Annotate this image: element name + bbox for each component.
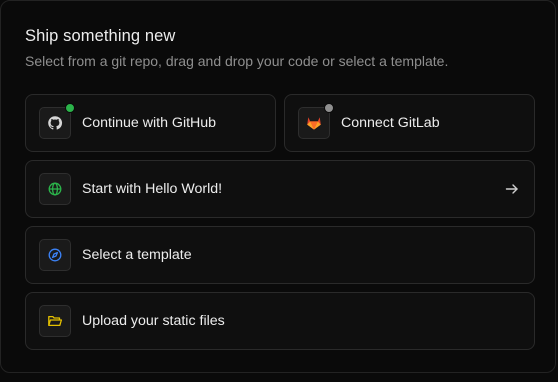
github-icon xyxy=(48,116,63,130)
compass-icon-box xyxy=(39,239,71,271)
start-hello-world-button[interactable]: Start with Hello World! xyxy=(25,160,535,218)
github-icon-box xyxy=(39,103,75,139)
github-label: Continue with GitHub xyxy=(82,115,217,131)
globe-icon xyxy=(48,182,62,196)
new-project-panel: Ship something new Select from a git rep… xyxy=(0,0,556,373)
folder-icon-box xyxy=(39,305,71,337)
gitlab-label: Connect GitLab xyxy=(341,115,440,131)
upload-static-files-button[interactable]: Upload your static files xyxy=(25,292,535,350)
hello-world-label: Start with Hello World! xyxy=(82,181,223,197)
arrow-right-icon xyxy=(505,184,518,194)
github-status-dot xyxy=(65,103,75,113)
upload-label: Upload your static files xyxy=(82,313,225,329)
globe-icon-box xyxy=(39,173,71,205)
gitlab-status-dot xyxy=(324,103,334,113)
gitlab-icon xyxy=(307,117,321,130)
folder-icon xyxy=(48,315,63,327)
page-subtitle: Select from a git repo, drag and drop yo… xyxy=(25,53,449,69)
continue-with-github-button[interactable]: Continue with GitHub xyxy=(25,94,276,152)
gitlab-icon-box xyxy=(298,103,334,139)
compass-icon xyxy=(48,248,62,262)
page-title: Ship something new xyxy=(25,27,176,45)
template-label: Select a template xyxy=(82,247,192,263)
connect-gitlab-button[interactable]: Connect GitLab xyxy=(284,94,535,152)
select-template-button[interactable]: Select a template xyxy=(25,226,535,284)
